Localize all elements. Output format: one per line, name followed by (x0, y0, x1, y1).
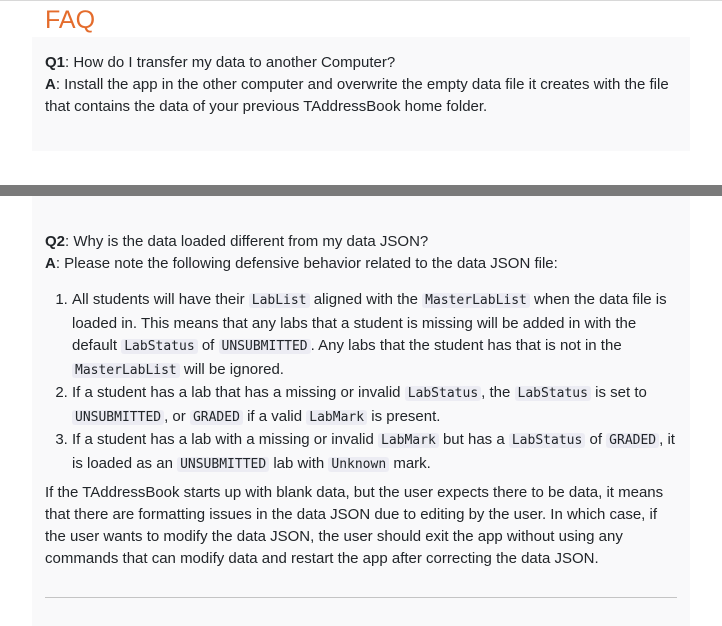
answer-q1: A: Install the app in the other computer… (45, 74, 677, 118)
inline-code: UNSUBMITTED (218, 339, 311, 354)
list-item: All students will have their LabList ali… (72, 289, 677, 382)
behavior-list: All students will have their LabList ali… (45, 289, 677, 476)
question-text: : Why is the data loaded different from … (65, 233, 429, 250)
inline-code: UNSUBMITTED (72, 409, 165, 425)
question-q2: Q2: Why is the data loaded different fro… (45, 231, 677, 253)
inline-code: LabStatus (514, 386, 591, 401)
list-item: If a student has a lab that has a missin… (72, 382, 677, 429)
answer-label: A (45, 76, 56, 93)
inline-code: LabMark (306, 409, 368, 425)
inline-code: LabStatus (121, 339, 198, 354)
inline-code: MasterLabList (72, 362, 180, 378)
inline-code: LabList (248, 293, 310, 308)
bottom-divider (45, 597, 677, 598)
page-title: FAQ (45, 6, 96, 34)
question-label: Q2 (45, 233, 66, 250)
closing-paragraph: If the TAddressBook starts up with blank… (45, 484, 664, 567)
answer-q2: A: Please note the following defensive b… (45, 253, 677, 275)
inline-code: LabMark (378, 433, 439, 448)
inline-code: LabStatus (508, 433, 586, 448)
section-divider (0, 185, 722, 196)
answer-label: A (45, 255, 56, 272)
answer-text: : Install the app in the other computer … (45, 76, 669, 115)
inline-code: LabStatus (404, 386, 482, 401)
top-rule (0, 0, 722, 1)
inline-code: GRADED (189, 409, 243, 425)
question-label: Q1 (45, 54, 66, 71)
inline-code: Unknown (328, 456, 390, 472)
inline-code: MasterLabList (422, 293, 530, 308)
inline-code: UNSUBMITTED (177, 456, 270, 472)
question-text: : How do I transfer my data to another C… (65, 54, 396, 71)
inline-code: GRADED (606, 433, 660, 448)
answer-text: : Please note the following defensive be… (55, 255, 558, 272)
question-q1: Q1: How do I transfer my data to another… (45, 52, 677, 74)
list-item: If a student has a lab with a missing or… (72, 429, 677, 476)
